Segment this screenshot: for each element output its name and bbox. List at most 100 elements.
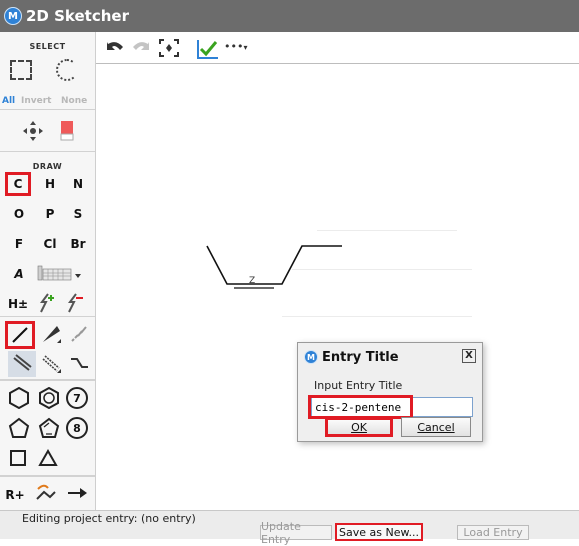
cyclopentadiene-icon — [38, 417, 60, 438]
more-dropdown-icon: ▾ — [243, 43, 248, 52]
wedge-bond-tool[interactable] — [40, 323, 62, 345]
fit-view-button[interactable] — [158, 38, 180, 62]
triangle-icon — [38, 449, 58, 466]
dialog-logo-icon: M — [304, 350, 318, 364]
window-title: 2D Sketcher — [26, 7, 129, 25]
redo-button[interactable] — [130, 38, 152, 62]
charge-tool[interactable]: H± — [3, 292, 33, 316]
undo-icon — [107, 42, 123, 50]
dialog-title: Entry Title — [322, 349, 399, 365]
single-bond-icon — [12, 327, 28, 343]
draw-header: DRAW — [32, 162, 63, 171]
load-entry-button[interactable]: Load Entry — [457, 525, 529, 540]
lasso-select-tool[interactable] — [56, 59, 78, 81]
pentagon-icon — [8, 417, 30, 438]
select-all-option[interactable]: All — [2, 96, 15, 106]
eight-ring-tool[interactable]: 8 — [66, 417, 88, 439]
bond-section — [0, 316, 95, 380]
double-bond-tool[interactable] — [8, 351, 36, 377]
triple-bond-tool[interactable] — [40, 353, 62, 375]
stereo-label: Z — [249, 276, 256, 286]
periodic-table-tool[interactable] — [36, 264, 84, 284]
update-entry-button[interactable]: Update Entry — [260, 520, 332, 546]
save-as-new-button[interactable]: Save as New... — [335, 523, 423, 541]
square-icon — [10, 450, 26, 466]
element-fluorine-button[interactable]: F — [6, 232, 32, 256]
triple-bond-icon — [42, 355, 61, 373]
entry-title-input[interactable] — [311, 397, 473, 417]
lasso-select-icon — [56, 59, 78, 81]
hexagon-icon — [9, 387, 29, 409]
element-bromine-button[interactable]: Br — [65, 232, 91, 256]
app-logo-icon: M — [4, 7, 22, 25]
eraser-icon — [60, 121, 74, 141]
reaction-arrow-tool[interactable] — [66, 485, 88, 501]
dialog-titlebar: M Entry Title X — [298, 343, 482, 371]
eraser-tool[interactable] — [60, 120, 74, 142]
more-options-label: ••• — [224, 40, 244, 53]
title-bar: M 2D Sketcher — [0, 0, 579, 32]
increase-charge-tool[interactable] — [37, 292, 57, 314]
rectangle-select-tool[interactable] — [10, 60, 32, 80]
lightning-plus-icon — [40, 293, 54, 313]
molecule-drawing — [206, 245, 342, 289]
cyclopropane-tool[interactable] — [38, 449, 58, 467]
sketch-canvas[interactable]: Z — [97, 64, 579, 510]
element-carbon-button[interactable]: C — [5, 172, 31, 196]
status-text: Editing project entry: (no entry) — [22, 512, 196, 525]
reaction-section: R+ — [0, 476, 95, 510]
cyclohexane-tool[interactable] — [8, 387, 30, 409]
element-hydrogen-button[interactable]: H — [37, 172, 63, 196]
arrow-right-icon — [68, 488, 87, 498]
chain-tool[interactable] — [68, 353, 90, 375]
reaction-plus-tool[interactable]: R+ — [2, 483, 28, 507]
element-sulfur-button[interactable]: S — [65, 202, 91, 226]
undo-button[interactable] — [104, 38, 126, 62]
mechanism-arrow-icon — [36, 484, 56, 500]
seven-ring-tool[interactable]: 7 — [66, 387, 88, 409]
fit-view-icon — [159, 39, 179, 57]
tool-palette: SELECT All Invert None DRAW C H N O P S … — [0, 32, 96, 510]
benzene-tool[interactable] — [38, 387, 60, 409]
select-header: SELECT — [29, 42, 66, 51]
edit-section — [0, 110, 95, 152]
dialog-close-button[interactable]: X — [462, 349, 476, 363]
chain-icon — [71, 358, 88, 368]
reaction-mechanism-tool[interactable] — [34, 483, 58, 505]
element-oxygen-button[interactable]: O — [6, 202, 32, 226]
cyclopentadiene-tool[interactable] — [38, 417, 60, 439]
ok-button[interactable]: OK — [325, 417, 393, 437]
cyclopentane-tool[interactable] — [8, 417, 30, 439]
hash-bond-tool[interactable] — [68, 323, 90, 345]
move-tool[interactable] — [22, 120, 44, 142]
entry-title-dialog: M Entry Title X Input Entry Title OK Can… — [297, 342, 483, 442]
periodic-table-icon — [37, 265, 81, 281]
element-nitrogen-button[interactable]: N — [65, 172, 91, 196]
cancel-button[interactable]: Cancel — [401, 417, 471, 437]
double-bond-icon — [13, 354, 32, 371]
checkmark-icon — [197, 40, 218, 59]
cyclobutane-tool[interactable] — [9, 449, 27, 467]
decrease-charge-tool[interactable] — [65, 292, 85, 314]
dialog-prompt: Input Entry Title — [314, 379, 403, 392]
redo-icon — [133, 42, 149, 50]
more-options-button[interactable]: •••▾ — [224, 40, 247, 53]
element-chlorine-button[interactable]: Cl — [37, 232, 63, 256]
single-bond-tool[interactable] — [5, 321, 35, 349]
select-section: SELECT All Invert None — [0, 32, 95, 110]
move-icon — [23, 121, 43, 141]
lightning-minus-icon — [68, 293, 83, 313]
status-bar: Editing project entry: (no entry) Update… — [0, 510, 579, 546]
select-none-option[interactable]: None — [61, 96, 87, 106]
faint-guide — [282, 316, 472, 317]
atom-label-tool[interactable]: A — [6, 262, 32, 286]
wedge-bond-icon — [43, 326, 61, 343]
cis-2-pentene-structure — [206, 245, 342, 289]
faint-guide — [292, 269, 472, 270]
clean-up-button[interactable] — [196, 38, 220, 64]
top-toolbar: •••▾ — [96, 32, 579, 64]
element-phosphorus-button[interactable]: P — [37, 202, 63, 226]
select-invert-option[interactable]: Invert — [21, 96, 51, 106]
ring-section: 7 8 — [0, 380, 95, 476]
rectangle-select-icon — [10, 60, 32, 80]
